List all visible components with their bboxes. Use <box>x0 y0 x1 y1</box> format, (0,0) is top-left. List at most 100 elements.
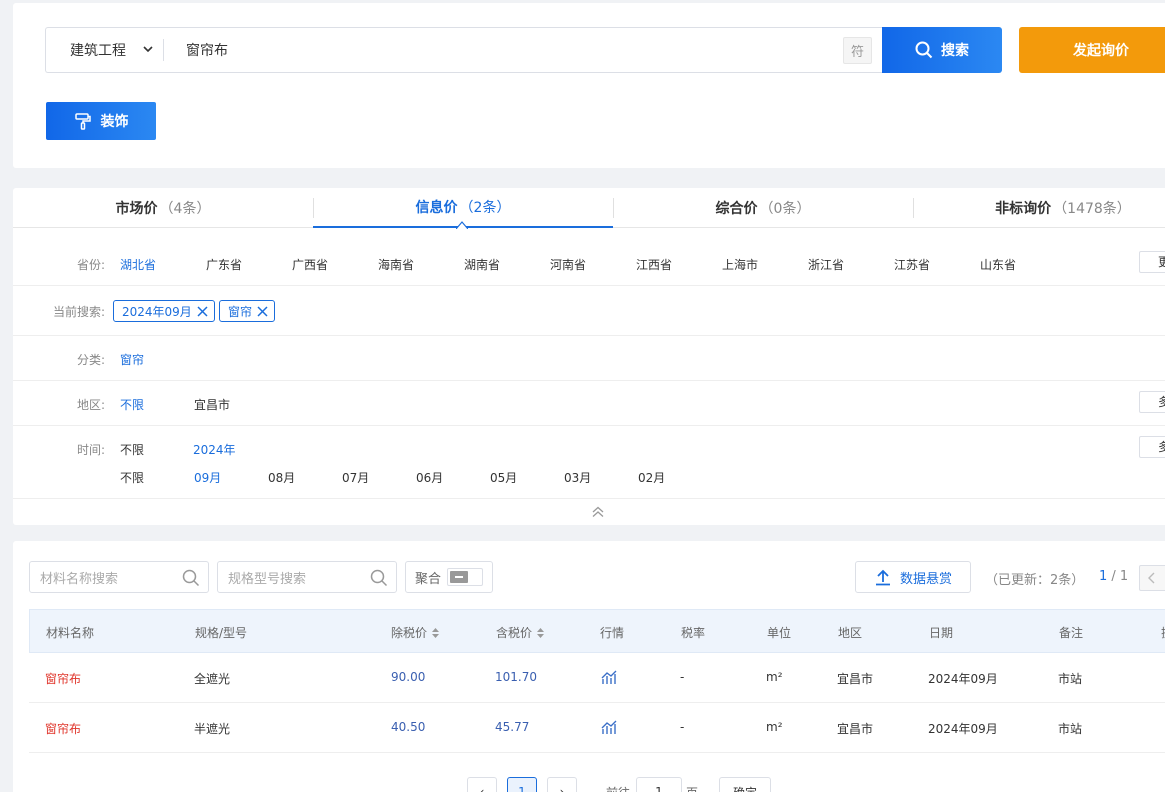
province-option[interactable]: 上海市 <box>722 256 758 273</box>
start-inquiry-button[interactable]: 发起询价 <box>1019 27 1165 73</box>
chevron-left-icon <box>1148 572 1155 584</box>
material-name-link[interactable]: 窗帘布 <box>45 670 81 687</box>
sort-icon[interactable] <box>431 627 440 639</box>
close-icon[interactable] <box>257 305 268 317</box>
region-more-button[interactable]: 多 <box>1139 391 1165 413</box>
filter-tag-date[interactable]: 2024年09月 <box>113 300 215 322</box>
province-option[interactable]: 广西省 <box>292 256 328 273</box>
current-search-row: 当前搜索: 2024年09月 窗帘 <box>13 286 1165 336</box>
aggregate-label: 聚合 <box>415 571 442 587</box>
current-search-label: 当前搜索: <box>52 305 105 319</box>
double-chevron-up-icon <box>592 506 604 517</box>
month-option[interactable]: 05月 <box>490 469 517 486</box>
province-option[interactable]: 湖南省 <box>464 256 500 273</box>
aggregate-toggle[interactable]: 聚合 <box>405 561 493 593</box>
table-header: 材料名称 规格/型号 除税价 含税价 行情 税率 单位 地区 日期 备注 操 <box>29 609 1165 653</box>
tab-count: （2条） <box>459 200 511 216</box>
page-label: 页 <box>686 784 698 792</box>
search-icon <box>370 569 388 587</box>
prev-page-button[interactable] <box>1139 565 1165 591</box>
tab-label: 非标询价 <box>995 201 1052 217</box>
province-option[interactable]: 山东省 <box>980 256 1016 273</box>
tab-count: （4条） <box>159 201 211 217</box>
year-option-any[interactable]: 不限 <box>120 441 144 458</box>
region-filter-row: 地区: 不限 宜昌市 多 <box>13 381 1165 426</box>
decoration-button[interactable]: 装饰 <box>46 102 156 140</box>
time-filter-row: 时间: 不限 2024年 多 不限 09月 08月 07月 06月 05月 03… <box>13 426 1165 499</box>
month-option[interactable]: 02月 <box>638 469 665 486</box>
column-header: 操 <box>1161 624 1165 641</box>
paint-roller-icon <box>74 113 91 130</box>
province-more-button[interactable]: 更 <box>1139 251 1165 273</box>
date-cell: 2024年09月 <box>928 672 998 686</box>
date-cell: 2024年09月 <box>928 722 998 736</box>
time-more-button[interactable]: 多 <box>1139 436 1165 458</box>
search-input[interactable] <box>172 30 832 70</box>
switch-knob <box>450 571 469 583</box>
province-option[interactable]: 河南省 <box>550 256 586 273</box>
tab-label: 综合价 <box>715 201 758 217</box>
province-option[interactable]: 广东省 <box>206 256 242 273</box>
tax-rate-cell: - <box>680 720 685 734</box>
symbol-button[interactable]: 符 <box>843 37 872 64</box>
tab-market-price[interactable]: 市场价 （4条） <box>13 188 313 228</box>
sort-icon[interactable] <box>536 627 545 639</box>
data-reward-button[interactable]: 数据悬赏 <box>855 561 971 593</box>
column-header-sortable[interactable]: 除税价 <box>391 624 440 641</box>
month-option[interactable]: 06月 <box>416 469 443 486</box>
collapse-toggle[interactable] <box>13 499 1165 525</box>
material-name-search-input[interactable]: 材料名称搜索 <box>29 561 209 593</box>
pagination-next-button[interactable]: › <box>547 777 577 792</box>
month-option[interactable]: 08月 <box>268 469 295 486</box>
tab-count: （1478条） <box>1053 201 1131 217</box>
filter-tag-category[interactable]: 窗帘 <box>219 300 276 322</box>
tab-count: （0条） <box>759 201 811 217</box>
updated-count: （已更新：2条） <box>985 573 1085 588</box>
column-header: 材料名称 <box>46 626 95 640</box>
goto-confirm-button[interactable]: 确定 <box>719 777 771 792</box>
month-option[interactable]: 03月 <box>564 469 591 486</box>
results-panel: 材料名称搜索 规格型号搜索 聚合 数据悬赏 （已更新：2条） 1 / 1 材料名… <box>13 541 1165 792</box>
spec-model-search-input[interactable]: 规格型号搜索 <box>217 561 397 593</box>
column-header-sortable[interactable]: 含税价 <box>496 624 545 641</box>
province-option[interactable]: 江苏省 <box>894 256 930 273</box>
region-option-any[interactable]: 不限 <box>120 396 144 413</box>
tab-composite-price[interactable]: 综合价 （0条） <box>613 188 913 228</box>
material-name-link[interactable]: 窗帘布 <box>45 720 81 737</box>
price-ex-tax-cell: 40.50 <box>391 720 426 734</box>
total-pages: / 1 <box>1107 569 1129 584</box>
province-option[interactable]: 浙江省 <box>808 256 844 273</box>
tab-nonstandard-inquiry[interactable]: 非标询价 （1478条） <box>913 188 1165 228</box>
month-option[interactable]: 09月 <box>194 469 221 486</box>
column-header-label: 含税价 <box>496 626 533 640</box>
close-icon[interactable] <box>197 305 208 317</box>
search-button-label: 搜索 <box>941 43 969 59</box>
chevron-down-icon <box>143 46 153 53</box>
note-cell: 市站 <box>1058 672 1083 686</box>
province-option[interactable]: 江西省 <box>636 256 672 273</box>
month-option[interactable]: 07月 <box>342 469 369 486</box>
category-select[interactable]: 建筑工程 <box>46 28 164 72</box>
region-option-city[interactable]: 宜昌市 <box>194 396 230 413</box>
search-button[interactable]: 搜索 <box>882 27 1002 73</box>
trend-chart-icon[interactable] <box>601 719 617 738</box>
category-option[interactable]: 窗帘 <box>120 351 144 368</box>
divider <box>163 39 164 61</box>
column-header: 备注 <box>1059 626 1084 640</box>
goto-page-input[interactable]: 1 <box>636 777 682 792</box>
unit-cell: m² <box>766 670 783 684</box>
trend-chart-icon[interactable] <box>601 669 617 688</box>
pagination-page-1[interactable]: 1 <box>507 777 537 792</box>
column-header: 行情 <box>600 626 625 640</box>
column-header: 税率 <box>681 626 706 640</box>
month-option-any[interactable]: 不限 <box>120 469 144 486</box>
aggregate-switch[interactable] <box>447 568 484 586</box>
column-header: 日期 <box>929 626 954 640</box>
pagination-prev-button[interactable]: ‹ <box>467 777 497 792</box>
search-icon <box>182 569 200 587</box>
reward-button-label: 数据悬赏 <box>899 571 952 587</box>
year-option[interactable]: 2024年 <box>193 441 236 458</box>
province-option[interactable]: 海南省 <box>378 256 414 273</box>
price-in-tax-cell: 45.77 <box>495 720 530 734</box>
province-option[interactable]: 湖北省 <box>120 256 156 273</box>
